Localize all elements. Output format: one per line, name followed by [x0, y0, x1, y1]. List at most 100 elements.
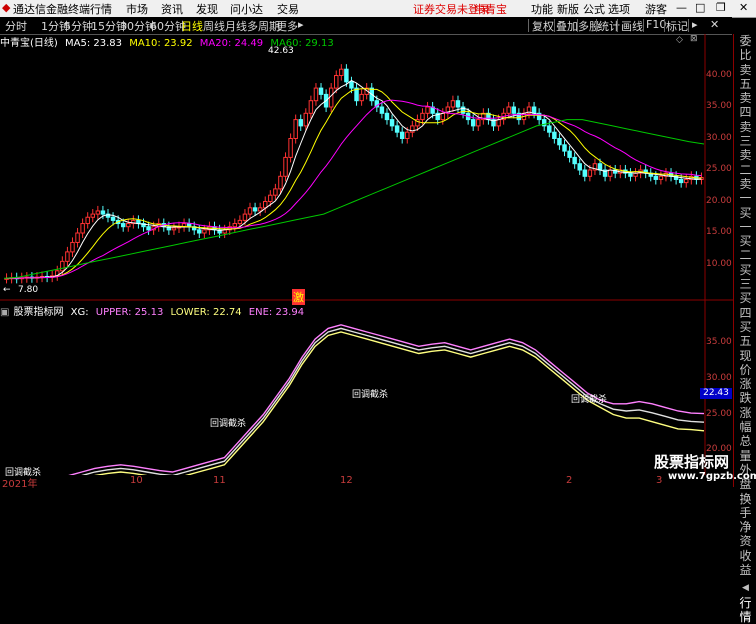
- panel-item[interactable]: 买三: [734, 263, 756, 292]
- candle-body: [339, 68, 344, 77]
- candle-body: [567, 150, 572, 158]
- candle-body: [607, 169, 613, 177]
- candle-body: [262, 201, 268, 209]
- candle-body: [186, 223, 192, 228]
- candle-body: [334, 75, 339, 89]
- panel-item[interactable]: 卖四: [734, 91, 756, 120]
- annotation-label: 回调截杀: [210, 419, 247, 429]
- indicator-title[interactable]: 股票指标网: [13, 307, 63, 318]
- time-axis: 2021年 10 11 12 2 3: [0, 475, 706, 490]
- panel-item[interactable]: 现价: [734, 349, 756, 378]
- candle-body: [232, 223, 238, 228]
- candle-body: [399, 131, 405, 139]
- period-daily[interactable]: 日线: [181, 18, 203, 34]
- menu-xinban[interactable]: 新版: [557, 1, 579, 17]
- menu-gongshi[interactable]: 公式: [583, 1, 605, 17]
- candle-body: [547, 125, 552, 133]
- candle-body: [506, 106, 511, 114]
- panel-tab-hangqing[interactable]: 行情: [734, 596, 756, 624]
- panel-item[interactable]: 净资: [734, 520, 756, 549]
- candle-body: [120, 223, 126, 228]
- candle-body: [425, 106, 430, 114]
- candle-body: [658, 175, 664, 180]
- panel-item[interactable]: 卖五: [734, 63, 756, 92]
- price-tick: 40.00: [706, 69, 732, 80]
- minimize-icon[interactable]: —: [676, 1, 687, 14]
- candle-body: [678, 178, 684, 184]
- x-tick: 11: [213, 475, 226, 486]
- candle-body: [379, 106, 385, 114]
- period-fenshi[interactable]: 分时: [5, 18, 27, 34]
- candle-body: [75, 232, 80, 243]
- high-price-label: 42.63: [268, 46, 294, 56]
- btn-fuquan[interactable]: 复权: [532, 18, 554, 34]
- panel-item[interactable]: 涨幅: [734, 406, 756, 435]
- menu-shichang[interactable]: 市场: [126, 1, 148, 17]
- period-more[interactable]: 更多: [276, 18, 298, 34]
- panel-item[interactable]: 买二: [734, 234, 756, 263]
- panel-item[interactable]: 买四: [734, 291, 756, 320]
- candle-body: [60, 260, 65, 272]
- user-guest[interactable]: 游客: [645, 1, 667, 17]
- candle-body: [247, 207, 253, 215]
- close-icon[interactable]: ✕: [739, 1, 748, 14]
- period-5min[interactable]: 5分钟: [64, 18, 93, 34]
- panel-item[interactable]: 买五: [734, 320, 756, 349]
- annotation-label: 回调截杀: [571, 395, 608, 405]
- candle-body: [389, 119, 395, 127]
- x-tick: 10: [130, 475, 143, 486]
- candle-body: [511, 106, 517, 114]
- menu-wenxiaoda[interactable]: 问小达: [230, 1, 263, 17]
- panel-expand-icon[interactable]: ◀: [734, 581, 756, 595]
- candle-body: [197, 229, 202, 234]
- menu-xuanxiang[interactable]: 选项: [608, 1, 630, 17]
- candle-body: [582, 169, 588, 177]
- indicator-settings-icon[interactable]: ▣: [0, 307, 9, 318]
- panel-item[interactable]: 卖二: [734, 148, 756, 177]
- panel-item[interactable]: 卖三: [734, 120, 756, 149]
- candle-body: [171, 227, 177, 231]
- toolbar-settings-icon[interactable]: ✕: [710, 18, 719, 31]
- ene-value: ENE: 23.94: [248, 307, 305, 318]
- period-weekly[interactable]: 周线: [203, 18, 225, 34]
- menu-faxian[interactable]: 发现: [196, 1, 218, 17]
- panel-item[interactable]: 换手: [734, 492, 756, 521]
- candle-body: [572, 156, 577, 165]
- lower-value: LOWER: 22.74: [170, 307, 242, 318]
- candle-body: [557, 138, 562, 146]
- candle-body: [303, 112, 309, 127]
- panel-item[interactable]: 总量: [734, 434, 756, 463]
- watermark-logo: 股票指标网: [654, 453, 730, 471]
- maximize-icon[interactable]: □: [695, 1, 705, 14]
- toolbar-expand-icon[interactable]: ▸: [692, 18, 698, 31]
- period-monthly[interactable]: 月线: [225, 18, 247, 34]
- candle-body: [344, 68, 349, 83]
- candle-body: [308, 100, 314, 114]
- candle-body: [90, 213, 96, 218]
- panel-item[interactable]: 委比: [734, 34, 756, 63]
- panel-item[interactable]: 涨跌: [734, 377, 756, 406]
- candle-body: [597, 163, 603, 171]
- ma5-line: [6, 79, 702, 279]
- panel-item[interactable]: 卖一: [734, 177, 756, 206]
- stock-name-title: 中青宝: [474, 3, 507, 16]
- menu-jiaoyi[interactable]: 交易: [277, 1, 299, 17]
- candle-body: [653, 175, 659, 180]
- restore-icon[interactable]: ❐: [716, 1, 726, 14]
- btn-diejia[interactable]: 叠加: [556, 18, 578, 34]
- btn-biaoji[interactable]: 标记: [666, 18, 688, 34]
- candle-body: [531, 106, 537, 114]
- watermark-url: www.7gpzb.com: [668, 471, 756, 482]
- menu-zixun[interactable]: 资讯: [161, 1, 183, 17]
- chart-area[interactable]: [0, 34, 733, 475]
- panel-item[interactable]: 买一: [734, 206, 756, 235]
- btn-huaxian[interactable]: 画线: [621, 18, 643, 34]
- annotation-label: 回调截杀: [352, 390, 389, 400]
- candle-body: [85, 216, 90, 225]
- panel-item[interactable]: 收益: [734, 549, 756, 578]
- candle-body: [202, 229, 207, 234]
- menu-hangqing[interactable]: 行情: [90, 1, 112, 17]
- more-chevron-icon[interactable]: ▸: [298, 18, 304, 31]
- menu-gongneng[interactable]: 功能: [531, 1, 553, 17]
- candle-body: [318, 87, 324, 95]
